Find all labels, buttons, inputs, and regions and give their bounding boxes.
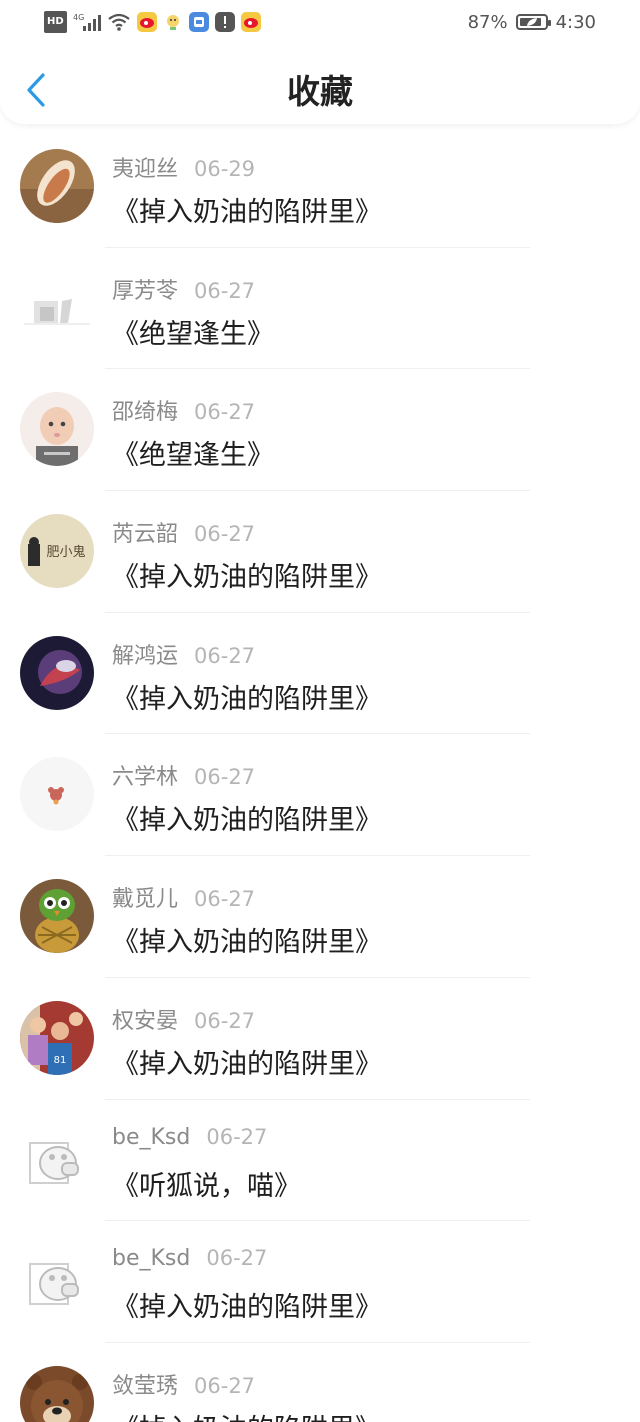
favorite-date: 06-27 (194, 1008, 256, 1033)
book-title: 《掉入奶油的陷阱里》 (112, 1292, 382, 1324)
app-icon (188, 12, 209, 32)
favorite-date: 06-27 (194, 765, 256, 790)
avatar (20, 1244, 94, 1319)
avatar (20, 635, 94, 710)
clock: 4:30 (555, 11, 596, 33)
favorites-screen: 收藏 HD 4G 87% 4:30 夷迎丝 06-29 《掉入奶油的陷阱里》 厚… (0, 0, 640, 1422)
page-title: 收藏 (287, 72, 353, 111)
user-name: be_Ksd (112, 1124, 191, 1150)
user-name: 六学林 (112, 765, 179, 791)
user-name: 戴觅儿 (112, 887, 179, 913)
avatar (20, 149, 94, 223)
list-item[interactable]: 六学林 06-27 《掉入奶油的陷阱里》 (0, 734, 640, 857)
svg-text:81: 81 (54, 1055, 67, 1066)
wifi-icon (107, 12, 131, 32)
book-title: 《掉入奶油的陷阱里》 (112, 1048, 382, 1080)
list-item[interactable]: 戴觅儿 06-27 《掉入奶油的陷阱里》 (0, 856, 640, 978)
avatar (20, 1365, 94, 1422)
user-name: 权安晏 (112, 1008, 179, 1034)
favorite-date: 06-27 (194, 643, 256, 668)
alert-icon (214, 12, 235, 32)
user-name: be_Ksd (112, 1246, 191, 1272)
list-item[interactable]: 81 权安晏 06-27 《掉入奶油的陷阱里》 (0, 978, 640, 1100)
battery-percent: 87% (467, 11, 508, 33)
list-item[interactable]: 肥小鬼 芮云韶 06-27 《掉入奶油的陷阱里》 (0, 491, 640, 613)
list-item[interactable]: 厚芳苓 06-27 《绝望逢生》 (0, 248, 640, 370)
avatar (20, 757, 94, 832)
favorite-date: 06-29 (194, 157, 256, 181)
favorite-date: 06-27 (194, 522, 256, 547)
status-bar: HD 4G 87% 4:30 (0, 0, 640, 44)
user-name: 敛莹琇 (112, 1373, 179, 1399)
favorite-date: 06-27 (194, 278, 256, 303)
avatar: 肥小鬼 (20, 514, 94, 589)
hd-icon: HD (44, 11, 67, 33)
favorite-date: 06-27 (206, 1124, 268, 1149)
user-name: 邵绮梅 (112, 400, 179, 426)
battery-icon (515, 14, 551, 30)
book-title: 《掉入奶油的陷阱里》 (112, 683, 382, 715)
book-title: 《掉入奶油的陷阱里》 (112, 805, 382, 837)
book-title: 《听狐说，喵》 (112, 1170, 301, 1202)
book-title: 《绝望逢生》 (112, 318, 274, 350)
user-name: 解鸿运 (112, 643, 179, 669)
avatar (20, 270, 94, 345)
list-item[interactable]: 解鸿运 06-27 《掉入奶油的陷阱里》 (0, 613, 640, 735)
book-title: 《绝望逢生》 (112, 440, 274, 472)
avatar-text: 肥小鬼 (46, 544, 85, 560)
weibo-app-icon (240, 12, 261, 32)
baby-app-icon (163, 12, 183, 32)
favorites-list: 夷迎丝 06-29 《掉入奶油的陷阱里》 厚芳苓 06-27 《绝望逢生》 邵绮… (0, 126, 640, 1422)
book-title: 《掉入奶油的陷阱里》 (112, 927, 382, 959)
user-name: 夷迎丝 (112, 157, 179, 182)
weibo-app-icon (136, 12, 157, 32)
user-name: 芮云韶 (112, 522, 179, 548)
list-item[interactable]: 邵绮梅 06-27 《绝望逢生》 (0, 369, 640, 492)
avatar (20, 879, 94, 954)
signal-icon: 4G (73, 12, 101, 32)
list-item[interactable]: 敛莹琇 06-27 《掉入奶油的陷阱里》 (0, 1343, 640, 1422)
favorite-date: 06-27 (194, 887, 256, 912)
avatar (20, 392, 94, 467)
svg-text:4G: 4G (73, 13, 84, 22)
favorite-date: 06-27 (206, 1246, 268, 1271)
list-item[interactable]: be_Ksd 06-27 《掉入奶油的陷阱里》 (0, 1221, 640, 1343)
book-title: 《掉入奶油的陷阱里》 (112, 1407, 382, 1422)
user-name: 厚芳苓 (112, 278, 179, 304)
book-title: 《掉入奶油的陷阱里》 (112, 197, 382, 228)
avatar: 81 (20, 1000, 94, 1075)
favorite-date: 06-27 (194, 400, 256, 425)
list-item[interactable]: 夷迎丝 06-29 《掉入奶油的陷阱里》 (0, 126, 640, 248)
avatar (20, 1122, 94, 1197)
list-item[interactable]: be_Ksd 06-27 《听狐说，喵》 (0, 1100, 640, 1222)
favorite-date: 06-27 (194, 1373, 256, 1398)
book-title: 《掉入奶油的陷阱里》 (112, 562, 382, 594)
